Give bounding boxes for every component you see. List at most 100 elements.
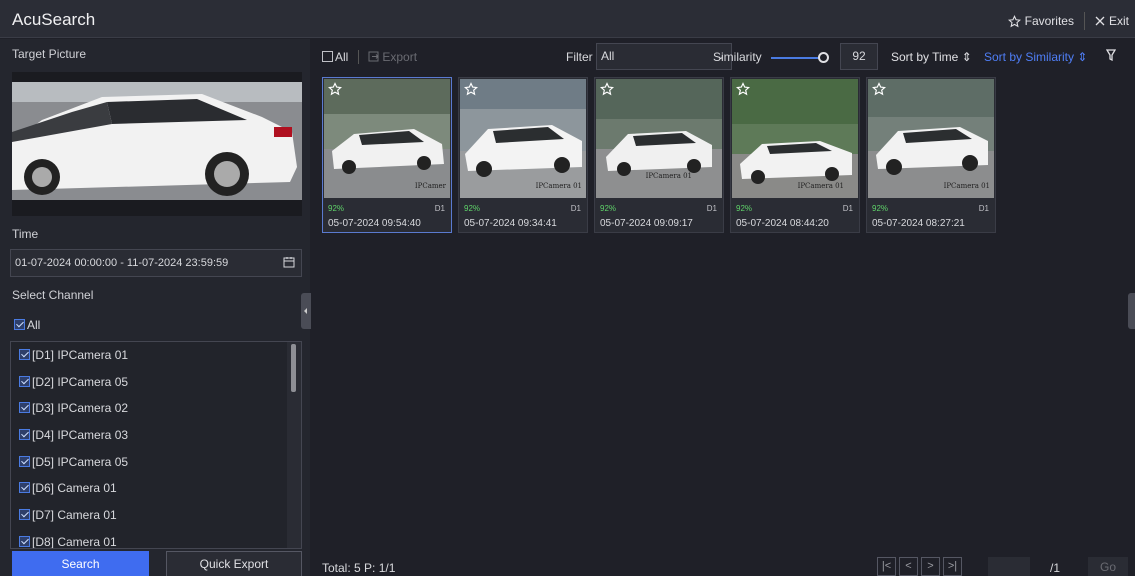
checkbox-icon[interactable] (19, 482, 30, 494)
page-number-input[interactable] (988, 557, 1030, 576)
results-grid: IPCamer 92% D1 05-07-2024 09:54:40 IPCam… (322, 77, 996, 233)
checkbox-icon[interactable] (19, 349, 30, 360)
result-card[interactable]: IPCamera 01 92% D1 05-07-2024 08:44:20 (730, 77, 860, 233)
result-card[interactable]: IPCamera 01 92% D1 05-07-2024 08:27:21 (866, 77, 996, 233)
funnel-icon[interactable] (1105, 49, 1117, 64)
channel-item[interactable]: [D1] IPCamera 01 (11, 342, 301, 369)
select-channel-label: Select Channel (12, 288, 94, 302)
capture-time: 05-07-2024 09:54:40 (328, 218, 421, 229)
capture-time: 05-07-2024 08:44:20 (736, 218, 829, 229)
channel-tag: D1 (570, 204, 581, 213)
channel-item[interactable]: [D6] Camera 01 (11, 475, 301, 502)
checkbox-icon (322, 51, 333, 62)
select-all-channels[interactable]: All (14, 318, 40, 332)
capture-time: 05-07-2024 09:34:41 (464, 218, 557, 229)
result-card[interactable]: IPCamera 01 92% D1 05-07-2024 09:34:41 (458, 77, 588, 233)
sort-by-similarity-button[interactable]: Sort by Similarity ⇕ (984, 50, 1087, 64)
channel-item[interactable]: [D4] IPCamera 03 (11, 422, 301, 449)
time-range-value: 01-07-2024 00:00:00 - 11-07-2024 23:59:5… (15, 257, 229, 269)
channel-label: [D3] IPCamera 02 (32, 401, 129, 416)
similarity-input[interactable]: 92 (840, 43, 878, 70)
channel-item[interactable]: [D5] IPCamera 05 (11, 449, 301, 476)
search-button[interactable]: Search (12, 551, 149, 576)
channel-tag: D1 (842, 204, 853, 213)
export-button[interactable]: Export (368, 50, 417, 64)
checkbox-icon[interactable] (19, 455, 30, 467)
first-page-icon[interactable]: |< (877, 557, 896, 576)
quick-export-button[interactable]: Quick Export (166, 551, 302, 576)
result-image: IPCamera 01 (732, 79, 858, 198)
target-car-image (12, 72, 302, 216)
similarity-score: 92% (872, 204, 889, 213)
camera-watermark: IPCamera 01 (535, 182, 582, 190)
similarity-slider-knob[interactable] (818, 52, 829, 63)
sort-arrows-icon: ⇕ (1077, 50, 1088, 64)
select-all-results[interactable]: All (322, 50, 348, 64)
channel-label: [D8] Camera 01 (32, 534, 117, 549)
channel-tag: D1 (978, 204, 989, 213)
channel-item[interactable]: [D3] IPCamera 02 (11, 395, 301, 422)
expand-right-handle[interactable] (1128, 293, 1135, 329)
calendar-icon[interactable] (283, 250, 295, 276)
checkbox-icon[interactable] (19, 402, 30, 414)
result-image: IPCamera 01 (868, 79, 994, 198)
go-button[interactable]: Go (1088, 557, 1128, 576)
prev-page-icon[interactable]: < (899, 557, 918, 576)
star-icon[interactable] (599, 82, 615, 99)
star-icon[interactable] (463, 82, 479, 99)
similarity-score: 92% (328, 204, 345, 213)
target-picture[interactable] (12, 72, 302, 216)
export-icon (368, 51, 379, 62)
star-icon[interactable] (735, 82, 751, 99)
star-icon[interactable] (327, 82, 343, 99)
similarity-slider[interactable] (771, 57, 825, 59)
similarity-label: Similarity (713, 50, 762, 64)
time-label: Time (12, 227, 39, 241)
channel-tag: D1 (434, 204, 445, 213)
capture-time: 05-07-2024 08:27:21 (872, 218, 965, 229)
similarity-score: 92% (736, 204, 753, 213)
next-page-icon[interactable]: > (921, 557, 940, 576)
channel-label: [D2] IPCamera 05 (32, 374, 129, 389)
last-page-icon[interactable]: >| (943, 557, 962, 576)
divider (1083, 12, 1085, 30)
result-image: IPCamera 01 (460, 79, 586, 198)
page-total: /1 (1050, 561, 1061, 575)
sort-similarity-label: Sort by Similarity (984, 50, 1075, 64)
similarity-score: 92% (464, 204, 481, 213)
target-picture-label: Target Picture (12, 47, 87, 61)
result-card[interactable]: IPCamer 92% D1 05-07-2024 09:54:40 (322, 77, 452, 233)
time-range-field[interactable]: 01-07-2024 00:00:00 - 11-07-2024 23:59:5… (10, 249, 302, 277)
all-label: All (27, 318, 41, 332)
title-bar: AcuSearch Favorites Exit (0, 0, 1135, 38)
star-icon[interactable] (871, 82, 887, 99)
sort-by-time-button[interactable]: Sort by Time ⇕ (891, 50, 972, 64)
checkbox-icon[interactable] (19, 429, 30, 441)
checkbox-icon[interactable] (19, 535, 30, 547)
result-image: IPCamer (324, 79, 450, 198)
channel-label: [D7] Camera 01 (32, 508, 117, 523)
collapse-panel-handle[interactable] (301, 293, 311, 329)
channel-label: [D6] Camera 01 (32, 481, 117, 496)
channel-item[interactable]: [D8] Camera 01 (11, 529, 301, 549)
results-total: Total: 5 P: 1/1 (322, 561, 396, 575)
exit-label: Exit (1108, 14, 1129, 28)
camera-watermark: IPCamera 01 (797, 182, 844, 190)
channel-label: [D1] IPCamera 01 (32, 348, 129, 362)
checkbox-icon[interactable] (19, 375, 30, 387)
channel-item[interactable]: [D7] Camera 01 (11, 502, 301, 529)
channel-item[interactable]: [D2] IPCamera 05 (11, 369, 301, 396)
divider (358, 50, 359, 64)
filter-value: All (601, 49, 615, 63)
results-toolbar: All Export Filter All ⌄ Similarity 92 So… (322, 43, 1128, 70)
favorites-button[interactable]: Favorites (1007, 14, 1074, 28)
checkbox-icon (14, 319, 25, 330)
exit-button[interactable]: Exit (1095, 14, 1129, 28)
checkbox-icon[interactable] (19, 509, 30, 521)
filter-select[interactable]: All ⌄ (596, 43, 732, 70)
channel-list: [D1] IPCamera 01 [D2] IPCamera 05 [D3] I… (10, 341, 302, 549)
result-card[interactable]: IPCamera 01 92% D1 05-07-2024 09:09:17 (594, 77, 724, 233)
camera-watermark: IPCamer (414, 182, 446, 190)
similarity-score: 92% (600, 204, 617, 213)
scrollbar[interactable] (291, 344, 296, 392)
